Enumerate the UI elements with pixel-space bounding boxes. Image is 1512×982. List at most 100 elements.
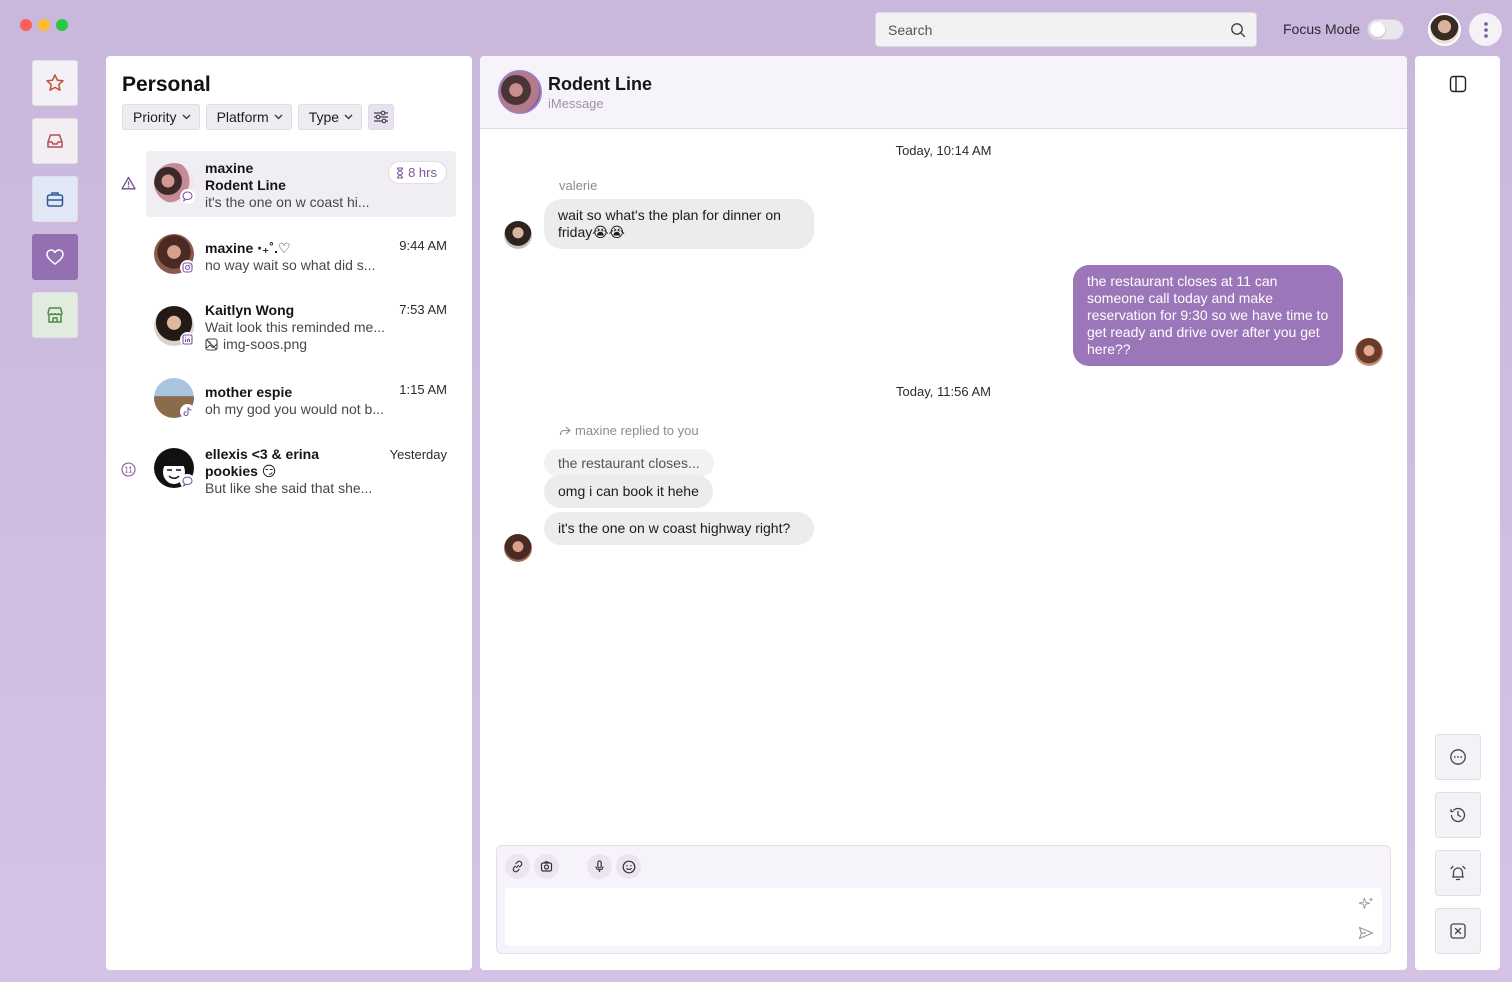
link-icon [511,860,524,873]
timestamp: Today, 10:14 AM [895,143,992,158]
search-icon[interactable] [1230,22,1246,38]
conversation-time: 9:44 AM [399,238,447,253]
unread-count-text: 11 [124,466,133,475]
conversation-name: maxine ‧₊˚.♡ [205,240,291,256]
linkedin-icon [180,332,195,347]
voice-message-button[interactable] [587,854,612,879]
filter-label: Platform [216,109,269,125]
close-icon [1449,922,1467,940]
badge-text: 8 hrs [408,165,437,180]
my-avatar [1355,338,1383,366]
focus-mode-label: Focus Mode [1283,21,1361,37]
right-action-panel [1415,56,1500,970]
chat-title: Rodent Line [548,74,652,94]
snooze-button[interactable] [1435,850,1481,896]
rail-personal-button[interactable] [32,234,78,280]
sparkle-icon[interactable] [1358,896,1374,912]
briefcase-icon [45,189,65,209]
attachment-name: img-soos.png [223,336,308,352]
warning-icon [121,176,136,190]
attach-link-button[interactable] [505,854,530,879]
camera-icon [540,860,553,873]
sender-avatar [504,221,532,249]
conversation-item[interactable]: maxine ‧₊˚.♡ no way wait so what did s..… [146,226,456,284]
conversation-item[interactable]: mother espie oh my god you would not b..… [146,370,456,428]
conversation-preview: no way wait so what did s... [205,257,376,273]
conversation-preview: oh my god you would not b... [205,401,384,417]
conversation-item[interactable]: ellexis <3 & erina pookies 😏 But like sh… [146,436,456,506]
user-avatar[interactable] [1428,13,1461,46]
close-conversation-button[interactable] [1435,908,1481,954]
rail-work-button[interactable] [32,176,78,222]
filter-label: Priority [133,109,177,125]
window-minimize-button[interactable] [38,19,50,31]
conversation-item[interactable]: maxine Rodent Line it's the one on w coa… [146,151,456,217]
store-icon [45,305,65,325]
sender-avatar [504,534,532,562]
rail-inbox-button[interactable] [32,118,78,164]
conversation-item[interactable]: Kaitlyn Wong Wait look this reminded me.… [146,292,456,358]
window-maximize-button[interactable] [56,19,68,31]
more-actions-button[interactable] [1435,734,1481,780]
imessage-icon [180,189,195,204]
composer-toolbar [505,854,641,879]
snooze-badge: 8 hrs [388,161,447,184]
message-input-box [505,888,1382,946]
incoming-message[interactable]: omg i can book it hehe [544,475,713,508]
reply-icon [559,426,571,436]
sender-name: valerie [559,178,598,193]
conversation-name: ellexis <3 & erina [205,446,320,462]
conversation-time: Yesterday [389,447,447,462]
focus-mode-toggle[interactable] [1367,19,1404,40]
filter-priority[interactable]: Priority [122,104,200,130]
conversation-list-panel: Personal Priority Platform Type maxine R… [106,56,472,970]
window-close-button[interactable] [20,19,32,31]
conversation-preview: Wait look this reminded me... [205,319,385,335]
history-button[interactable] [1435,792,1481,838]
quoted-message[interactable]: the restaurant closes... [544,449,714,477]
incoming-message[interactable]: it's the one on w coast highway right? [544,512,814,545]
reply-note-text: maxine replied to you [575,423,699,438]
send-icon[interactable] [1358,926,1374,940]
instagram-icon [180,260,195,275]
reply-note: maxine replied to you [559,423,699,438]
emoji-icon [622,860,636,874]
attach-photo-button[interactable] [534,854,559,879]
search-bar [875,12,1257,47]
filter-type[interactable]: Type [297,104,363,130]
hourglass-icon [396,166,404,179]
window-controls [20,19,68,31]
vertical-dots-icon [1483,21,1488,38]
sliders-icon [373,110,389,124]
chevron-down-icon [182,114,191,120]
more-options-button[interactable] [1469,13,1502,46]
message-input[interactable] [513,896,1333,938]
unread-count-badge: 11 [121,462,136,477]
chevron-down-icon [344,114,353,120]
list-title: Personal [122,73,211,96]
conversation-time: 1:15 AM [399,382,447,397]
mic-icon [593,860,606,873]
conversation-time: 7:53 AM [399,302,447,317]
outgoing-message[interactable]: the restaurant closes at 11 can someone … [1073,265,1343,366]
more-icon [1449,748,1467,766]
filter-label: Type [308,109,340,125]
toggle-knob [1370,22,1385,37]
conversation-name: mother espie [205,384,293,400]
emoji-button[interactable] [616,854,641,879]
conversation-name-cont: pookies 😏 [205,463,277,479]
rail-favorites-button[interactable] [32,60,78,106]
conversation-group: Rodent Line [205,177,286,193]
search-input[interactable] [888,21,1230,38]
filter-bar: Priority Platform Type [122,104,395,130]
filter-platform[interactable]: Platform [205,104,292,130]
incoming-message[interactable]: wait so what's the plan for dinner on fr… [544,199,814,249]
chat-avatar[interactable] [498,70,542,114]
chat-panel: Rodent Line iMessage Today, 10:14 AM val… [480,56,1407,970]
filter-settings-button[interactable] [368,104,395,130]
sidebar-toggle-icon[interactable] [1449,75,1467,93]
snooze-icon [1449,864,1467,882]
timestamp: Today, 11:56 AM [896,384,991,399]
rail-store-button[interactable] [32,292,78,338]
